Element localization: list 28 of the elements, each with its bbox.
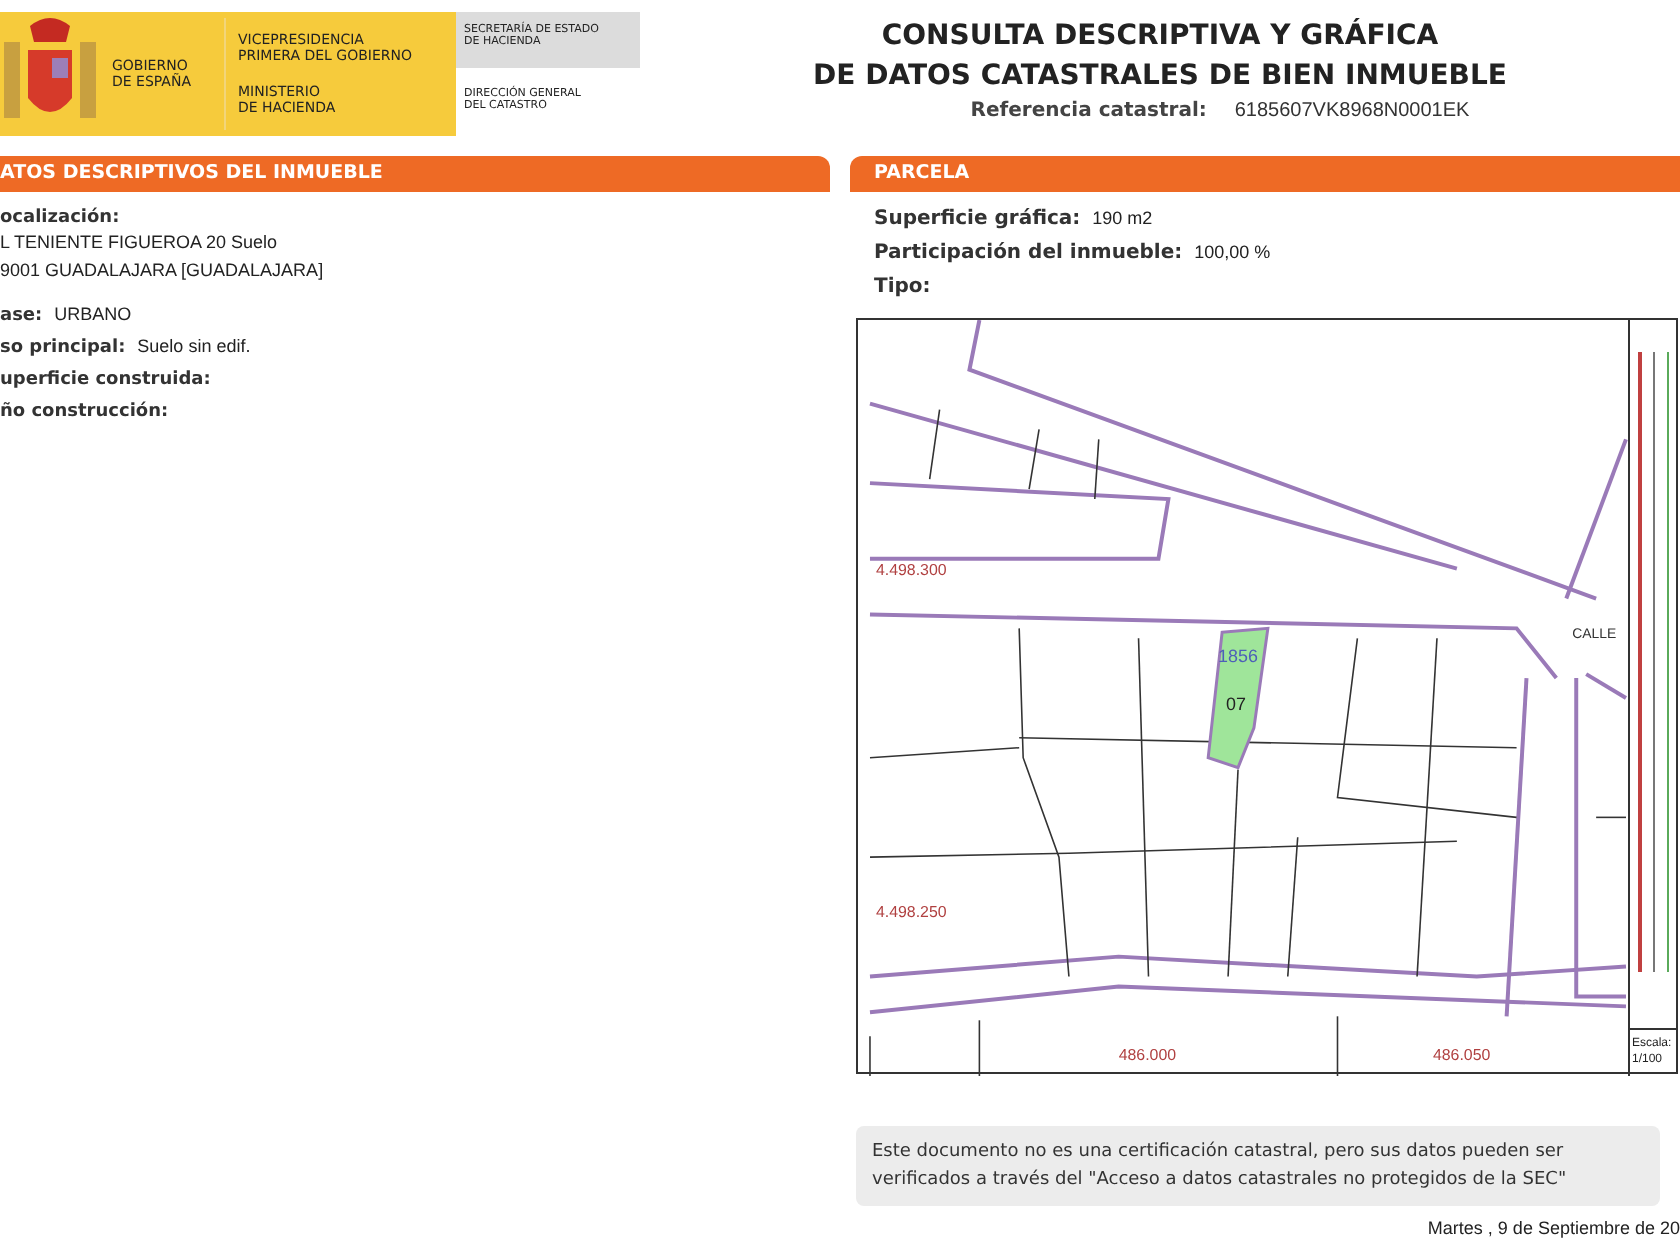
section-header: PARCELA [850, 156, 1680, 192]
field-value: Suelo sin edif. [137, 336, 251, 356]
map-label: 486.050 [1433, 1046, 1491, 1065]
date-text: Martes , 9 de Septiembre de 20 [1425, 1218, 1680, 1238]
field-label: Tipo: [874, 276, 931, 298]
field-label: so principal: [0, 338, 126, 358]
reference-value: 6185607VK8968N0001EK [1234, 100, 1470, 122]
map-label: 486.000 [1118, 1046, 1177, 1065]
field-label: ase: [0, 306, 43, 326]
parcel-highlight [1206, 626, 1270, 770]
map-label: 07 [1226, 693, 1246, 714]
field-label: ocalización: [0, 208, 122, 228]
section-header: ATOS DESCRIPTIVOS DEL INMUEBLE [0, 156, 830, 192]
field-value: URBANO [54, 304, 132, 324]
field-value: 190 m2 [1092, 208, 1153, 228]
field-label: Superficie gráfica: [874, 208, 1081, 230]
field-label: ño construcción: [0, 402, 169, 422]
address-text: L TENIENTE FIGUEROA 20 Suelo [0, 230, 280, 256]
map-label: 4.498.250 [875, 902, 947, 921]
document-title: DE DATOS CATASTRALES DE BIEN INMUEBLE [813, 58, 1507, 96]
field-label: uperficie construida: [0, 370, 211, 390]
notice-box: Este documento no es una certificación catastral, pero sus datos pueden ser verificados a través del "Acceso a datos catastrales no protegidos de la SEC" [856, 1126, 1660, 1206]
field-label: Participación del inmueble: [874, 242, 1183, 264]
address-text: 9001 GUADALAJARA [GUADALAJARA] [0, 258, 326, 284]
field-value: 100,00 % [1194, 242, 1271, 262]
reference-label: Referencia catastral: [970, 100, 1207, 122]
map-label: 4.498.300 [875, 560, 947, 579]
document-title: CONSULTA DESCRIPTIVA Y GRÁFICA [881, 16, 1439, 56]
